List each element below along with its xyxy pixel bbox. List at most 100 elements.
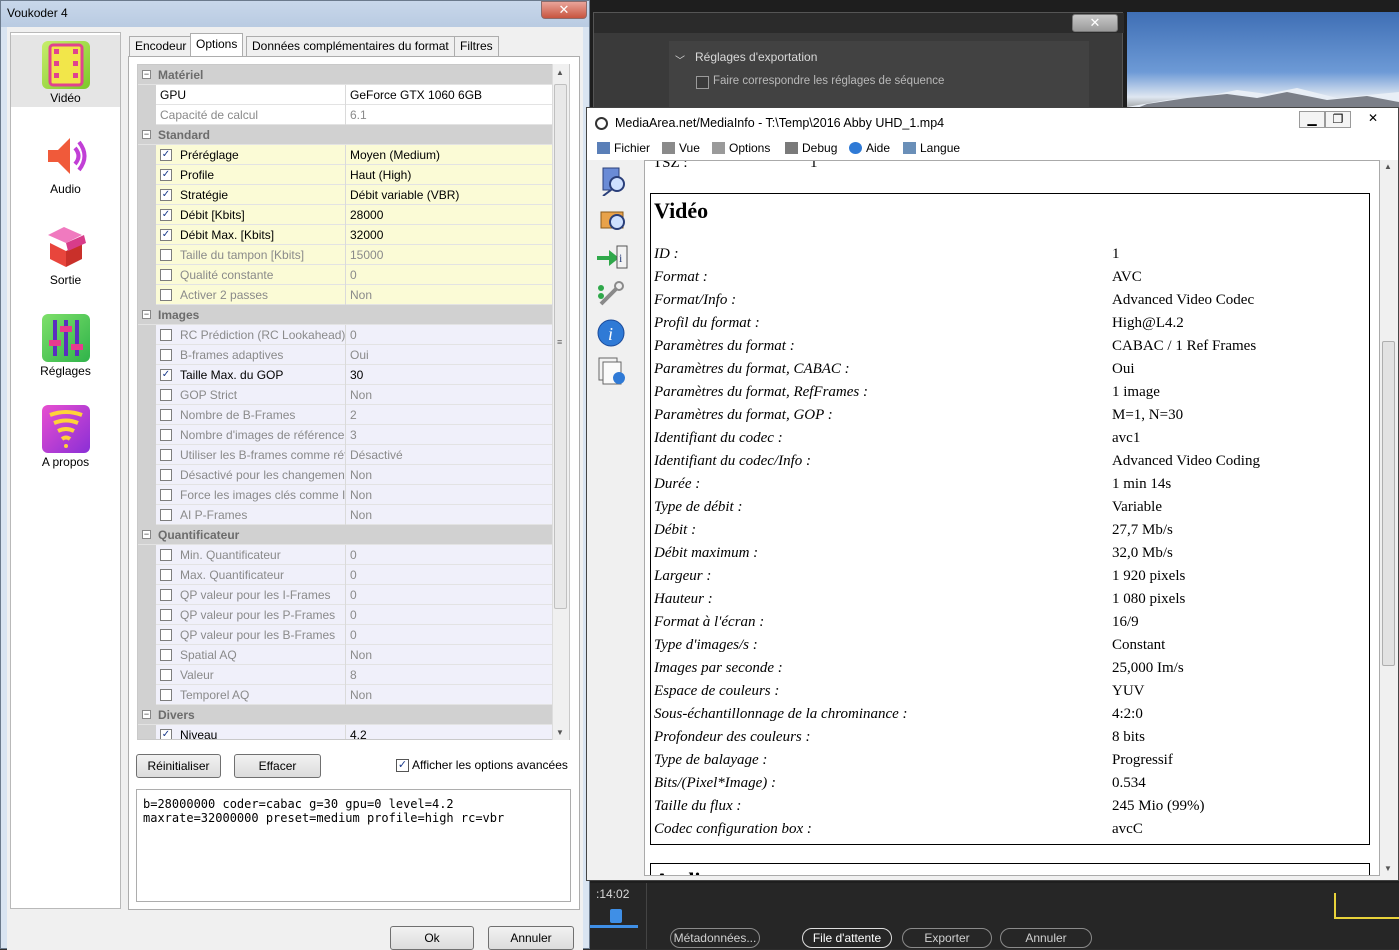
property-checkbox[interactable] [160, 549, 172, 561]
property-checkbox[interactable] [160, 629, 172, 641]
property-value[interactable]: Oui [346, 345, 554, 365]
property-value[interactable]: 2 [346, 405, 554, 425]
property-row[interactable]: ✓ Profile Haut (High) [138, 165, 554, 185]
property-checkbox[interactable] [160, 449, 172, 461]
property-value[interactable]: 15000 [346, 245, 554, 265]
nav-item-video[interactable]: Vidéo [11, 35, 120, 107]
collapse-icon[interactable]: − [142, 310, 151, 319]
category-header[interactable]: − Standard [138, 125, 554, 145]
menu-view[interactable]: Vue [662, 141, 700, 155]
menu-language[interactable]: Langue [903, 141, 960, 155]
property-value[interactable]: Non [346, 685, 554, 705]
minimize-button[interactable]: ▁ [1299, 111, 1325, 128]
nav-item-settings[interactable]: Réglages [11, 308, 120, 380]
property-checkbox[interactable] [160, 669, 172, 681]
property-row[interactable]: Activer 2 passes Non [138, 285, 554, 305]
command-line-output[interactable]: b=28000000 coder=cabac g=30 gpu=0 level=… [136, 789, 571, 902]
scroll-thumb[interactable]: ≡ [554, 84, 567, 609]
cancel-button[interactable]: Annuler [488, 926, 574, 950]
nav-item-output[interactable]: Sortie [11, 217, 120, 289]
tab-options[interactable]: Options [190, 33, 244, 57]
property-row[interactable]: Valeur 8 [138, 665, 554, 685]
property-row[interactable]: Qualité constante 0 [138, 265, 554, 285]
mediainfo-scroll-thumb[interactable] [1382, 341, 1395, 666]
property-row[interactable]: ✓ Stratégie Débit variable (VBR) [138, 185, 554, 205]
property-value[interactable]: Non [346, 645, 554, 665]
category-header[interactable]: − Matériel [138, 65, 554, 85]
property-value[interactable]: 0 [346, 325, 554, 345]
property-checkbox[interactable] [160, 249, 172, 261]
property-checkbox[interactable] [160, 649, 172, 661]
property-value[interactable]: 0 [346, 265, 554, 285]
property-value[interactable]: Désactivé [346, 445, 554, 465]
property-value[interactable]: Non [346, 505, 554, 525]
property-value[interactable]: Non [346, 485, 554, 505]
property-value[interactable]: 0 [346, 605, 554, 625]
maximize-button[interactable]: ❐ [1325, 111, 1351, 128]
property-value[interactable]: 6.1 [346, 105, 554, 125]
property-value[interactable]: 4.2 [346, 725, 554, 739]
property-checkbox[interactable]: ✓ [160, 209, 172, 221]
scroll-down-icon[interactable]: ▼ [556, 728, 564, 737]
scroll-down-icon[interactable]: ▼ [1384, 864, 1392, 873]
property-value[interactable]: 0 [346, 545, 554, 565]
property-row[interactable]: Temporel AQ Non [138, 685, 554, 705]
nav-item-about[interactable]: A propos [11, 399, 120, 471]
property-value[interactable]: 0 [346, 565, 554, 585]
scroll-up-icon[interactable]: ▲ [556, 68, 564, 77]
property-row[interactable]: Spatial AQ Non [138, 645, 554, 665]
property-checkbox[interactable] [160, 609, 172, 621]
collapse-icon[interactable]: − [142, 70, 151, 79]
menu-file[interactable]: Fichier [597, 141, 650, 155]
property-row[interactable]: Nombre de B-Frames 2 [138, 405, 554, 425]
property-row[interactable]: ✓ Débit Max. [Kbits] 32000 [138, 225, 554, 245]
reset-button[interactable]: Réinitialiser [136, 754, 221, 778]
menu-debug[interactable]: Debug [785, 141, 837, 155]
property-checkbox[interactable]: ✓ [160, 149, 172, 161]
playhead-icon[interactable] [610, 909, 622, 923]
property-row[interactable]: QP valeur pour les B-Frames 0 [138, 625, 554, 645]
property-value[interactable]: 0 [346, 585, 554, 605]
collapse-icon[interactable]: − [142, 530, 151, 539]
property-row[interactable]: Nombre d'images de référence 3 [138, 425, 554, 445]
property-row[interactable]: GOP Strict Non [138, 385, 554, 405]
property-row[interactable]: Max. Quantificateur 0 [138, 565, 554, 585]
property-row[interactable]: QP valeur pour les P-Frames 0 [138, 605, 554, 625]
nav-item-audio[interactable]: Audio [11, 126, 120, 198]
open-folder-icon[interactable] [595, 204, 629, 234]
property-value[interactable]: 0 [346, 625, 554, 645]
voukoder-close-button[interactable]: ✕ [541, 1, 587, 19]
property-row[interactable]: QP valeur pour les I-Frames 0 [138, 585, 554, 605]
property-checkbox[interactable] [160, 689, 172, 701]
property-checkbox[interactable] [160, 389, 172, 401]
queue-button[interactable]: File d'attente [802, 928, 892, 948]
export-dialog-close-button[interactable]: ✕ [1072, 14, 1118, 32]
property-checkbox[interactable] [160, 429, 172, 441]
property-value[interactable]: GeForce GTX 1060 6GB [346, 85, 554, 105]
tab-format-data[interactable]: Données complémentaires du format [246, 36, 455, 56]
metadata-button[interactable]: Métadonnées... [670, 928, 760, 948]
property-value[interactable]: 28000 [346, 205, 554, 225]
menu-options[interactable]: Options [712, 141, 770, 155]
property-row[interactable]: Force les images clés comme ID Non [138, 485, 554, 505]
category-header[interactable]: − Images [138, 305, 554, 325]
web-icon[interactable] [595, 356, 629, 386]
property-value[interactable]: Haut (High) [346, 165, 554, 185]
property-checkbox[interactable] [160, 569, 172, 581]
ok-button[interactable]: Ok [390, 926, 474, 950]
about-icon[interactable]: i [595, 318, 629, 348]
property-value[interactable]: Non [346, 285, 554, 305]
property-row[interactable]: Min. Quantificateur 0 [138, 545, 554, 565]
property-checkbox[interactable] [160, 469, 172, 481]
collapse-icon[interactable]: − [142, 710, 151, 719]
property-row[interactable]: GPU GeForce GTX 1060 6GB [138, 85, 554, 105]
property-value[interactable]: Moyen (Medium) [346, 145, 554, 165]
property-value[interactable]: 32000 [346, 225, 554, 245]
property-row[interactable]: AI P-Frames Non [138, 505, 554, 525]
premiere-cancel-button[interactable]: Annuler [1000, 928, 1092, 948]
property-checkbox[interactable] [160, 489, 172, 501]
property-checkbox[interactable] [160, 289, 172, 301]
property-row[interactable]: Taille du tampon [Kbits] 15000 [138, 245, 554, 265]
property-value[interactable]: 3 [346, 425, 554, 445]
category-header[interactable]: − Divers [138, 705, 554, 725]
